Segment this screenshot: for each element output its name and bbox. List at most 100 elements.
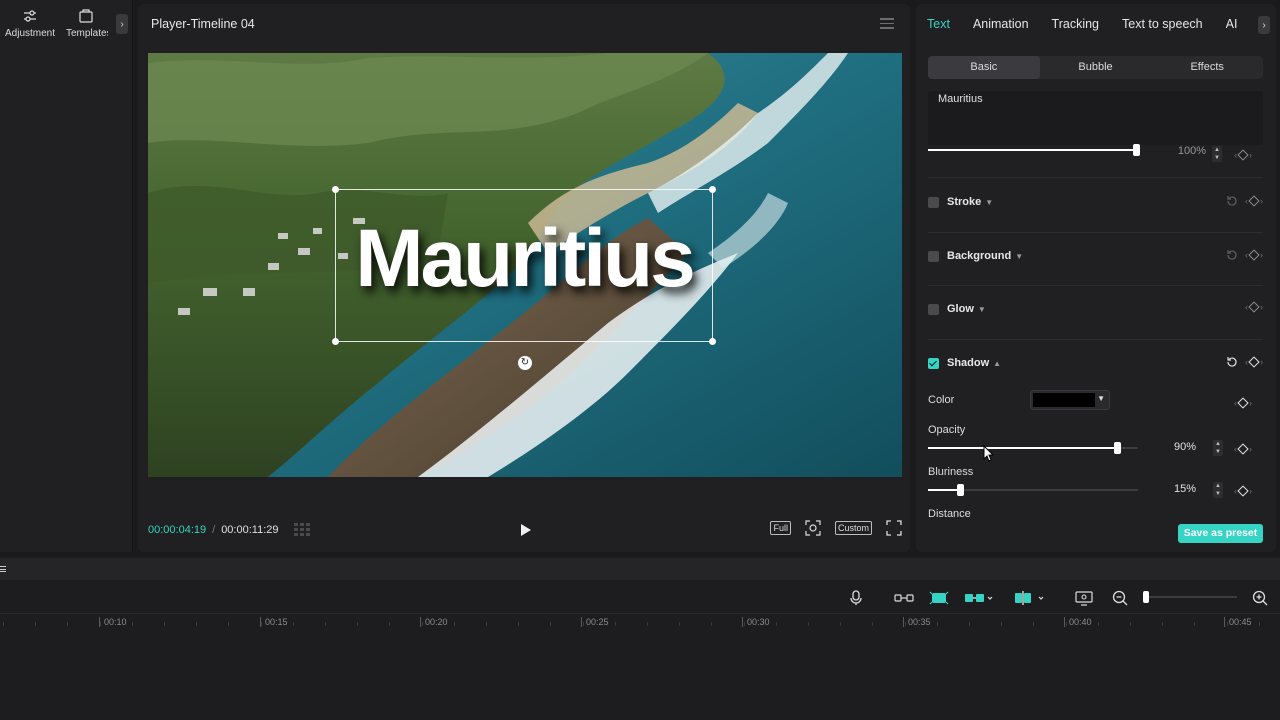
timeline-ruler[interactable]: 00:10 00:15 00:20 00:25 00:30 00:35 00:4… bbox=[0, 613, 1280, 631]
keyframe-icon[interactable]: ‹ › bbox=[1234, 149, 1252, 161]
stroke-section: Stroke ▼ ‹ › bbox=[928, 192, 1263, 212]
text-opacity-value[interactable]: 100% bbox=[1166, 145, 1206, 157]
ruler-minor-tick bbox=[260, 622, 262, 626]
keyframe-icon[interactable]: ‹ › bbox=[1245, 356, 1263, 368]
keyframe-icon[interactable]: ‹ › bbox=[1245, 249, 1263, 261]
ruler-minor-tick bbox=[679, 622, 681, 626]
resize-handle-bottom-right[interactable] bbox=[709, 338, 716, 345]
templates-tool[interactable]: Templates bbox=[60, 8, 108, 39]
ruler-minor-tick bbox=[164, 622, 165, 626]
preview-axis-icon[interactable] bbox=[1075, 590, 1093, 606]
save-as-preset-button[interactable]: Save as preset bbox=[1178, 524, 1263, 543]
background-tools: ‹ › bbox=[1226, 249, 1263, 261]
tab-text-to-speech[interactable]: Text to speech bbox=[1122, 17, 1203, 31]
stroke-checkbox[interactable] bbox=[928, 196, 939, 208]
glow-checkbox[interactable] bbox=[928, 303, 939, 315]
zoom-out-icon[interactable] bbox=[1112, 590, 1128, 606]
shadow-color-picker[interactable]: ▼ bbox=[1030, 390, 1110, 410]
magnet-icon[interactable] bbox=[929, 590, 949, 606]
slider-thumb[interactable] bbox=[1114, 442, 1121, 454]
shadow-opacity-value[interactable]: 90% bbox=[1156, 441, 1196, 453]
rotate-icon[interactable]: ↻ bbox=[518, 356, 532, 370]
shadow-opacity-slider[interactable] bbox=[928, 442, 1138, 454]
tab-ai[interactable]: AI bbox=[1226, 17, 1238, 31]
reset-icon[interactable] bbox=[1226, 195, 1238, 207]
chevron-down-icon[interactable]: ▼ bbox=[1015, 252, 1023, 261]
link-icon[interactable] bbox=[894, 590, 914, 606]
keyframe-icon[interactable]: ‹ › bbox=[1245, 301, 1263, 313]
fullscreen-icon[interactable] bbox=[886, 520, 902, 536]
shadow-opacity-stepper[interactable]: ▲ ▼ bbox=[1213, 440, 1223, 456]
timeline-zoom-thumb[interactable] bbox=[1143, 591, 1149, 603]
auto-snap-icon[interactable] bbox=[964, 590, 994, 606]
reset-icon[interactable] bbox=[1226, 249, 1238, 261]
keyframe-icon[interactable]: ‹ › bbox=[1234, 397, 1252, 409]
background-label[interactable]: Background bbox=[947, 250, 1011, 262]
ruler-minor-tick bbox=[357, 622, 359, 626]
shadow-blur-value[interactable]: 15% bbox=[1156, 483, 1196, 495]
resize-handle-bottom-left[interactable] bbox=[332, 338, 339, 345]
ruler-minor-tick bbox=[1065, 622, 1067, 626]
adjustment-tool[interactable]: Adjustment bbox=[0, 8, 60, 39]
timeline-zoom-slider[interactable] bbox=[1145, 596, 1237, 598]
resize-handle-top-left[interactable] bbox=[332, 186, 339, 193]
shadow-opacity-label: Opacity bbox=[928, 424, 966, 436]
divider bbox=[928, 339, 1263, 340]
custom-ratio-button[interactable]: Custom bbox=[834, 521, 872, 535]
tabs-scroll-right-button[interactable]: › bbox=[1258, 16, 1270, 34]
full-quality-button[interactable]: Full bbox=[770, 521, 791, 535]
ruler-minor-tick bbox=[421, 622, 423, 626]
microphone-icon[interactable] bbox=[849, 590, 863, 606]
keyframe-icon[interactable]: ‹ › bbox=[1234, 443, 1252, 455]
video-preview[interactable]: Mauritius ↻ bbox=[148, 53, 902, 477]
sliders-icon bbox=[24, 10, 36, 22]
subtab-basic[interactable]: Basic bbox=[928, 56, 1040, 79]
ruler-label: 00:35 bbox=[903, 617, 931, 627]
chevron-down-icon[interactable]: ▼ bbox=[978, 305, 986, 314]
reset-icon[interactable] bbox=[1226, 356, 1238, 368]
ruler-minor-tick bbox=[1258, 622, 1260, 626]
tab-animation[interactable]: Animation bbox=[973, 17, 1029, 31]
slider-thumb[interactable] bbox=[1133, 144, 1140, 156]
shadow-blur-stepper[interactable]: ▲ ▼ bbox=[1213, 482, 1223, 498]
ruler-label: 00:10 bbox=[99, 617, 127, 627]
ruler-label: 00:15 bbox=[260, 617, 288, 627]
ruler-minor-tick bbox=[808, 622, 809, 626]
tab-text[interactable]: Text bbox=[927, 17, 950, 31]
keyframe-icon[interactable]: ‹ › bbox=[1245, 195, 1263, 207]
player-menu-icon[interactable] bbox=[880, 18, 894, 30]
stroke-label[interactable]: Stroke bbox=[947, 196, 981, 208]
background-checkbox[interactable] bbox=[928, 250, 939, 262]
slider-fill bbox=[928, 447, 1117, 449]
split-icon[interactable] bbox=[1013, 590, 1047, 606]
text-selection-box[interactable]: Mauritius bbox=[332, 186, 716, 345]
keyframe-icon[interactable]: ‹ › bbox=[1234, 485, 1252, 497]
tab-tracking[interactable]: Tracking bbox=[1052, 17, 1099, 31]
shadow-label[interactable]: Shadow bbox=[947, 357, 989, 369]
tools-scroll-right-button[interactable]: › bbox=[116, 14, 128, 34]
ruler-minor-tick bbox=[711, 622, 713, 626]
ruler-label: 00:30 bbox=[742, 617, 770, 627]
subtab-effects[interactable]: Effects bbox=[1151, 56, 1263, 79]
glow-label[interactable]: Glow bbox=[947, 303, 974, 315]
menu-icon[interactable] bbox=[0, 566, 6, 572]
glow-tools: ‹ › bbox=[1245, 301, 1263, 313]
slider-thumb[interactable] bbox=[956, 484, 964, 496]
play-icon[interactable] bbox=[520, 523, 532, 537]
text-opacity-stepper[interactable]: ▲ ▼ bbox=[1212, 146, 1222, 162]
ruler-minor-tick bbox=[1130, 622, 1131, 626]
ruler-minor-tick bbox=[1001, 622, 1003, 626]
grid-icon[interactable] bbox=[294, 523, 314, 537]
ruler-minor-tick bbox=[550, 622, 552, 626]
shadow-blur-slider[interactable] bbox=[928, 484, 1138, 496]
text-opacity-slider[interactable] bbox=[928, 144, 1140, 156]
text-content-field[interactable]: Mauritius bbox=[928, 91, 1263, 145]
chevron-up-icon[interactable]: ▲ bbox=[993, 359, 1001, 368]
zoom-in-icon[interactable] bbox=[1252, 590, 1268, 606]
shadow-checkbox[interactable] bbox=[928, 357, 939, 369]
subtab-bubble[interactable]: Bubble bbox=[1040, 56, 1152, 79]
resize-handle-top-right[interactable] bbox=[709, 186, 716, 193]
ruler-minor-tick bbox=[614, 622, 616, 626]
chevron-down-icon[interactable]: ▼ bbox=[985, 198, 993, 207]
zoom-fit-icon[interactable] bbox=[805, 520, 821, 536]
